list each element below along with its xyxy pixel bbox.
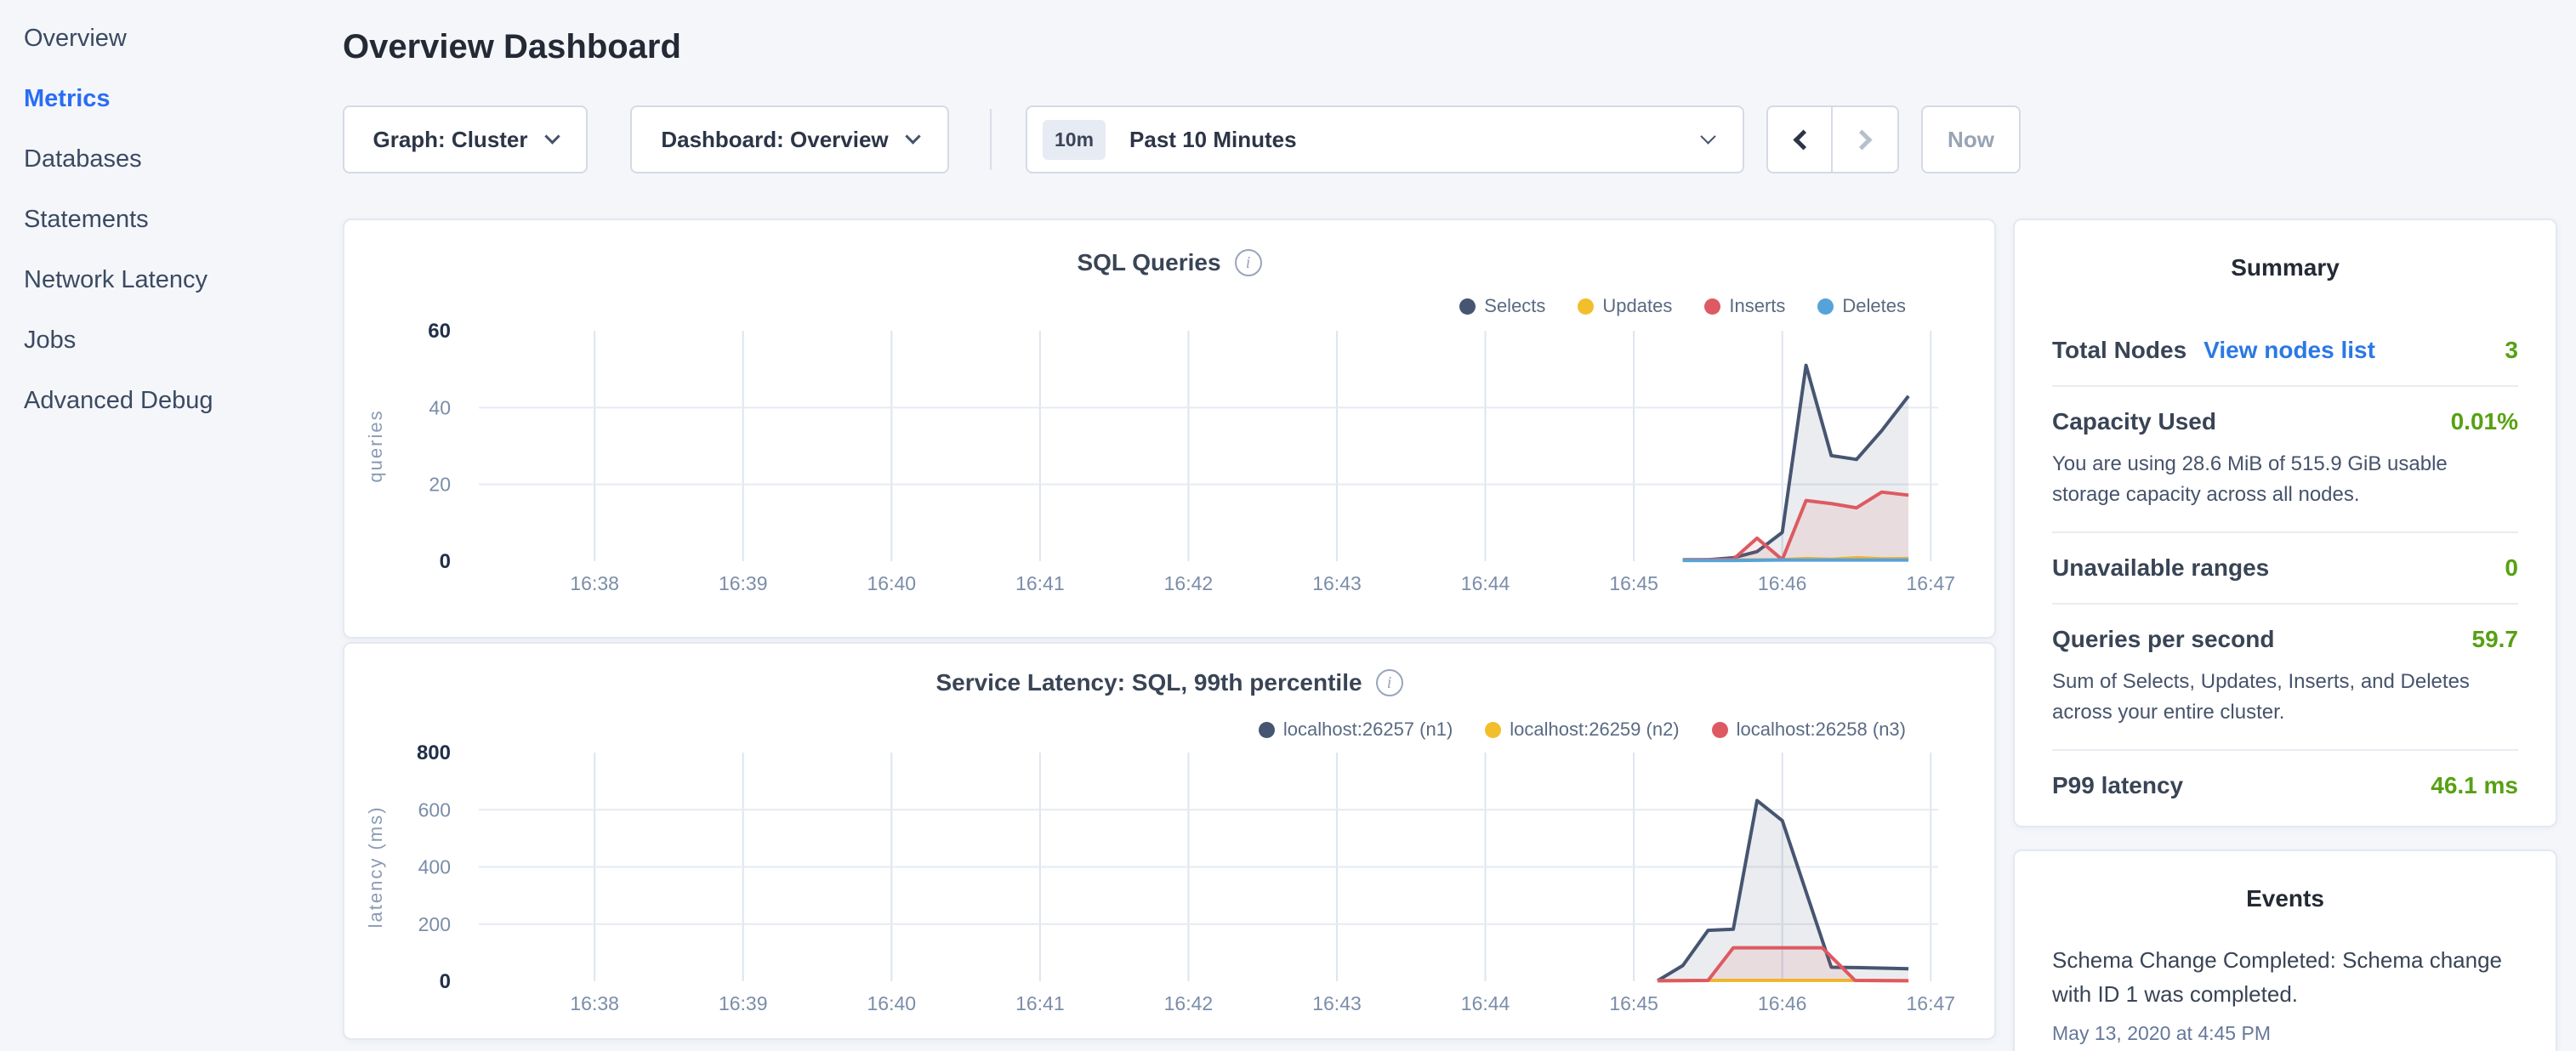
page-title: Overview Dashboard: [343, 28, 681, 66]
svg-text:16:39: 16:39: [719, 992, 768, 1014]
svg-text:16:41: 16:41: [1015, 992, 1065, 1014]
svg-text:queries: queries: [365, 409, 386, 482]
svg-text:16:42: 16:42: [1164, 572, 1214, 594]
event-item: Schema Change Completed: Schema change w…: [2052, 943, 2518, 1045]
svg-text:800: 800: [417, 741, 451, 764]
svg-text:40: 40: [429, 396, 451, 418]
graph-scope-label: Graph: Cluster: [372, 127, 527, 153]
sidebar-item-jobs[interactable]: Jobs: [24, 310, 340, 371]
graph-scope-dropdown[interactable]: Graph: Cluster: [343, 105, 588, 173]
view-nodes-list-link[interactable]: View nodes list: [2204, 337, 2375, 364]
sidebar-item-statements[interactable]: Statements: [24, 190, 340, 250]
summary-label: Queries per second: [2052, 626, 2274, 653]
summary-row-header: Capacity Used 0.01%: [2052, 408, 2518, 435]
svg-text:16:45: 16:45: [1609, 572, 1658, 594]
event-timestamp: May 13, 2020 at 4:45 PM: [2052, 1022, 2518, 1045]
chevron-left-icon: [1793, 129, 1813, 150]
summary-row: P99 latency 46.1 ms: [2052, 751, 2518, 821]
events-title: Events: [2015, 851, 2556, 912]
svg-text:200: 200: [418, 913, 451, 935]
event-message: Schema Change Completed: Schema change w…: [2052, 943, 2518, 1012]
summary-panel: Summary Total Nodes View nodes list 3 Capac…: [2013, 219, 2557, 827]
summary-row: Capacity Used 0.01% You are using 28.6 MiB…: [2052, 387, 2518, 533]
svg-text:16:39: 16:39: [719, 572, 768, 594]
summary-label: P99 latency: [2052, 772, 2183, 799]
chevron-right-icon: [1851, 129, 1872, 150]
svg-text:latency (ms): latency (ms): [365, 806, 386, 929]
now-button[interactable]: Now: [1921, 105, 2021, 173]
svg-text:16:42: 16:42: [1164, 992, 1214, 1014]
summary-row-header: P99 latency 46.1 ms: [2052, 772, 2518, 799]
summary-value: 0: [2505, 554, 2518, 582]
svg-text:16:47: 16:47: [1906, 992, 1955, 1014]
summary-row-header: Total Nodes View nodes list 3: [2052, 337, 2518, 364]
chevron-down-icon: [544, 128, 560, 144]
time-range-picker[interactable]: 10m Past 10 Minutes: [1026, 105, 1744, 173]
sql-queries-chart-card: SQL Queries i SelectsUpdatesInsertsDelet…: [343, 219, 1996, 639]
svg-text:16:38: 16:38: [570, 992, 619, 1014]
svg-text:16:46: 16:46: [1758, 572, 1807, 594]
svg-text:16:46: 16:46: [1758, 992, 1807, 1014]
summary-label: Capacity Used: [2052, 408, 2216, 435]
svg-text:16:40: 16:40: [867, 992, 917, 1014]
time-range-label: Past 10 Minutes: [1129, 127, 1297, 153]
svg-text:16:44: 16:44: [1461, 572, 1510, 594]
svg-text:400: 400: [418, 856, 451, 878]
summary-description: Sum of Selects, Updates, Inserts, and De…: [2052, 667, 2518, 728]
svg-text:20: 20: [429, 474, 451, 496]
overview-dashboard-page: { "sidebar": { "items": [ {"label": "Ove…: [0, 0, 2576, 1051]
service-latency-plot[interactable]: 16:38 16:39 16:40 16:41 16:42 16:43 16:44 16:45…: [344, 644, 1998, 1042]
svg-text:16:43: 16:43: [1312, 572, 1362, 594]
summary-label: Unavailable ranges: [2052, 554, 2269, 582]
sidebar-item-metrics[interactable]: Metrics: [24, 69, 340, 129]
svg-text:16:44: 16:44: [1461, 992, 1510, 1014]
svg-text:60: 60: [428, 320, 451, 343]
svg-text:16:45: 16:45: [1609, 992, 1658, 1014]
time-step-buttons: [1766, 105, 1899, 173]
summary-row: Queries per second 59.7 Sum of Selects, Up…: [2052, 605, 2518, 751]
svg-text:16:43: 16:43: [1312, 992, 1362, 1014]
summary-value: 46.1 ms: [2431, 772, 2518, 799]
dashboard-dropdown[interactable]: Dashboard: Overview: [630, 105, 949, 173]
chevron-down-icon: [905, 128, 920, 144]
svg-text:0: 0: [440, 970, 451, 993]
next-range-button[interactable]: [1833, 107, 1897, 172]
svg-text:16:38: 16:38: [570, 572, 619, 594]
summary-title: Summary: [2015, 220, 2556, 281]
summary-label: Total Nodes: [2052, 337, 2186, 364]
previous-range-button[interactable]: [1768, 107, 1833, 172]
sidebar-item-network-latency[interactable]: Network Latency: [24, 250, 340, 310]
summary-row-header: Unavailable ranges 0: [2052, 554, 2518, 582]
svg-text:16:41: 16:41: [1015, 572, 1065, 594]
summary-row-header: Queries per second 59.7: [2052, 626, 2518, 653]
summary-value: 3: [2505, 337, 2518, 364]
summary-value: 0.01%: [2451, 408, 2518, 435]
sidebar-item-databases[interactable]: Databases: [24, 129, 340, 190]
service-latency-chart-card: Service Latency: SQL, 99th percentile i …: [343, 642, 1996, 1040]
dashboard-label: Dashboard: Overview: [661, 127, 888, 153]
summary-row: Unavailable ranges 0: [2052, 533, 2518, 605]
svg-text:16:40: 16:40: [867, 572, 917, 594]
chevron-down-icon: [1700, 128, 1715, 144]
summary-value: 59.7: [2472, 626, 2519, 653]
time-range-badge: 10m: [1043, 120, 1106, 160]
sql-queries-plot[interactable]: 16:38 16:39 16:40 16:41 16:42 16:43 16:44 16:45…: [344, 220, 1998, 640]
events-panel: Events Schema Change Completed: Schema c…: [2013, 849, 2557, 1051]
toolbar-divider: [990, 109, 992, 170]
svg-text:16:47: 16:47: [1906, 572, 1955, 594]
svg-text:600: 600: [418, 798, 451, 821]
summary-row: Total Nodes View nodes list 3: [2052, 315, 2518, 387]
summary-description: You are using 28.6 MiB of 515.9 GiB usab…: [2052, 449, 2518, 510]
sidebar-item-overview[interactable]: Overview: [24, 9, 340, 69]
svg-text:0: 0: [440, 550, 451, 573]
sidebar-item-advanced-debug[interactable]: Advanced Debug: [24, 371, 340, 431]
sidebar: OverviewMetricsDatabasesStatementsNetwor…: [0, 0, 340, 1051]
